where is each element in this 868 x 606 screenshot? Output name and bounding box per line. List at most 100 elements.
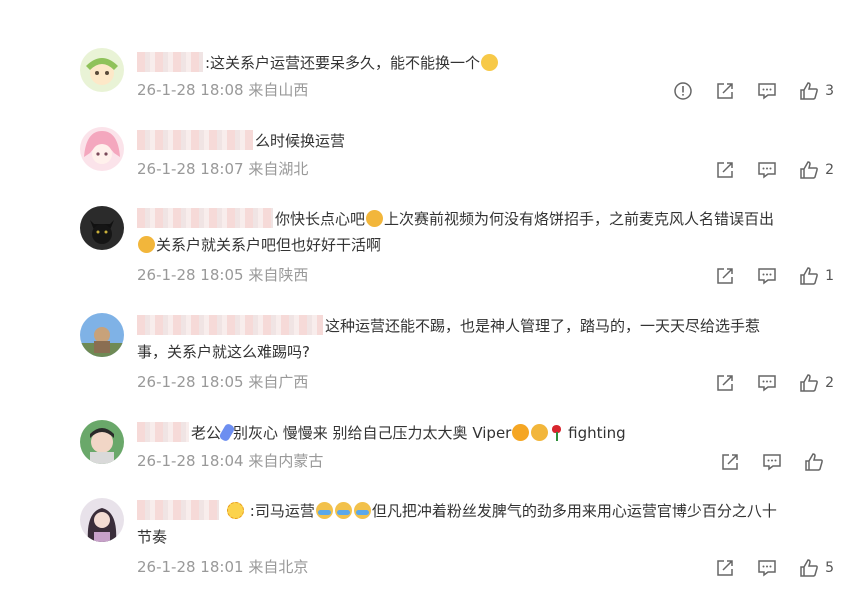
comment-content: 老公 xyxy=(191,424,222,442)
location: 来自湖北 xyxy=(248,160,309,178)
like-icon xyxy=(800,82,818,100)
forward-icon xyxy=(717,375,733,391)
comment-meta: 26-1-28 18:07 来自湖北 xyxy=(137,159,308,179)
like-icon xyxy=(805,453,823,471)
comment-content: 么时候换运营 xyxy=(255,132,346,150)
comment-content: 事，关系户就这么难踢吗? xyxy=(137,343,310,361)
username-redacted[interactable] xyxy=(137,52,203,72)
avatar[interactable] xyxy=(80,48,124,92)
like-button[interactable]: 5 xyxy=(799,558,834,578)
comment-text: 么时候换运营 xyxy=(137,128,837,154)
forward-icon xyxy=(717,83,733,99)
avatar[interactable] xyxy=(80,206,124,250)
username-redacted[interactable] xyxy=(137,500,219,520)
like-icon xyxy=(800,374,818,392)
rose-emoji-icon xyxy=(550,424,562,441)
avatar[interactable] xyxy=(80,420,124,464)
comment-content: 上次赛前视频为何没有烙饼招手，之前麦克风人名错误百出 xyxy=(384,210,775,228)
comment-content: :这关系户运营还要呆多久，能不能换一个 xyxy=(205,54,481,72)
like-button[interactable]: 2 xyxy=(799,373,834,393)
like-icon xyxy=(800,161,818,179)
location: 来自广西 xyxy=(248,373,309,391)
comment-meta: 26-1-28 18:01 来自北京 xyxy=(137,557,308,577)
forward-button[interactable] xyxy=(715,160,735,180)
comment-icon xyxy=(763,454,781,471)
username-redacted[interactable] xyxy=(137,422,189,442)
comment-content: 节奏 xyxy=(137,528,168,546)
avatar[interactable] xyxy=(80,498,124,542)
sun-emoji-icon xyxy=(227,502,244,519)
avatar[interactable] xyxy=(80,313,124,357)
forward-button[interactable] xyxy=(715,266,735,286)
avatar[interactable] xyxy=(80,127,124,171)
comment-actions: 1 xyxy=(693,265,834,287)
username-redacted[interactable] xyxy=(137,130,253,150)
comment-meta: 26-1-28 18:05 来自陕西 xyxy=(137,265,308,285)
comment-actions: 2 xyxy=(693,372,834,394)
like-button[interactable] xyxy=(804,452,830,472)
timestamp: 26-1-28 18:08 xyxy=(137,81,244,99)
username-redacted[interactable] xyxy=(137,315,323,335)
location: 来自山西 xyxy=(248,81,309,99)
comment-content: 关系户就关系户吧但也好好干活啊 xyxy=(156,236,382,254)
comment-text: :司马运营 但凡把冲着粉丝发脾气的劲多用来用心运营官博少百分之八十 节奏 xyxy=(137,498,837,550)
reply-button[interactable] xyxy=(757,266,777,286)
forward-icon xyxy=(717,268,733,284)
reply-button[interactable] xyxy=(757,160,777,180)
like-button[interactable]: 1 xyxy=(799,266,834,286)
cry-emoji-icon xyxy=(353,502,371,519)
location: 来自陕西 xyxy=(248,266,309,284)
timestamp: 26-1-28 18:01 xyxy=(137,558,244,576)
timestamp: 26-1-28 18:04 xyxy=(137,452,244,470)
comment-actions: 2 xyxy=(693,159,834,181)
comment-text: 这种运营还能不踢，也是神人管理了，踏马的，一天天尽给选手惹 事，关系户就这么难踢… xyxy=(137,313,837,365)
comment-content: 你快长点心吧 xyxy=(275,210,366,228)
reply-button[interactable] xyxy=(757,81,777,101)
like-count: 2 xyxy=(825,375,834,391)
comment-meta: 26-1-28 18:04 来自内蒙古 xyxy=(137,451,323,471)
comment-content: 这种运营还能不踢，也是神人管理了，踏马的，一天天尽给选手惹 xyxy=(325,317,761,335)
comment-actions: 3 xyxy=(651,80,834,102)
cry-emoji-icon xyxy=(315,502,333,519)
comment-icon xyxy=(758,268,776,285)
reply-button[interactable] xyxy=(757,558,777,578)
comment-content: 但凡把冲着粉丝发脾气的劲多用来用心运营官博少百分之八十 xyxy=(371,502,777,520)
reply-button[interactable] xyxy=(757,373,777,393)
laugh-emoji-icon xyxy=(531,424,549,441)
username-redacted[interactable] xyxy=(137,208,273,228)
comment-icon xyxy=(758,560,776,577)
forward-button[interactable] xyxy=(715,558,735,578)
love-emoji-icon xyxy=(512,424,530,441)
forward-button[interactable] xyxy=(715,81,735,101)
forward-icon xyxy=(717,560,733,576)
comment-content: :司马运营 xyxy=(249,502,315,520)
comment-text: 老公 别灰心 慢慢来 别给自己压力太大奥 Viper fighting xyxy=(137,420,837,446)
comment-meta: 26-1-28 18:05 来自广西 xyxy=(137,372,308,392)
like-count: 5 xyxy=(825,560,834,576)
comment-content: fighting xyxy=(568,424,626,442)
like-icon xyxy=(800,267,818,285)
comment-icon xyxy=(758,162,776,179)
like-count: 3 xyxy=(825,83,834,99)
report-button[interactable] xyxy=(673,81,693,101)
forward-button[interactable] xyxy=(715,373,735,393)
cry-emoji-icon xyxy=(334,502,352,519)
grin-emoji-icon xyxy=(138,236,155,253)
reply-button[interactable] xyxy=(762,452,782,472)
like-button[interactable]: 2 xyxy=(799,160,834,180)
forward-icon xyxy=(717,162,733,178)
smile-emoji-icon xyxy=(481,54,499,71)
location: 来自北京 xyxy=(248,558,309,576)
like-button[interactable]: 3 xyxy=(799,81,834,101)
comment-icon xyxy=(758,83,776,100)
location: 来自内蒙古 xyxy=(248,452,324,470)
comment-actions: 5 xyxy=(693,557,834,579)
comment-icon xyxy=(758,375,776,392)
forward-button[interactable] xyxy=(720,452,740,472)
comment-content: 别灰心 慢慢来 别给自己压力太大奥 Viper xyxy=(233,424,512,442)
like-count: 2 xyxy=(825,162,834,178)
timestamp: 26-1-28 18:05 xyxy=(137,266,244,284)
forward-icon xyxy=(722,454,738,470)
like-icon xyxy=(800,559,818,577)
like-count: 1 xyxy=(825,268,834,284)
